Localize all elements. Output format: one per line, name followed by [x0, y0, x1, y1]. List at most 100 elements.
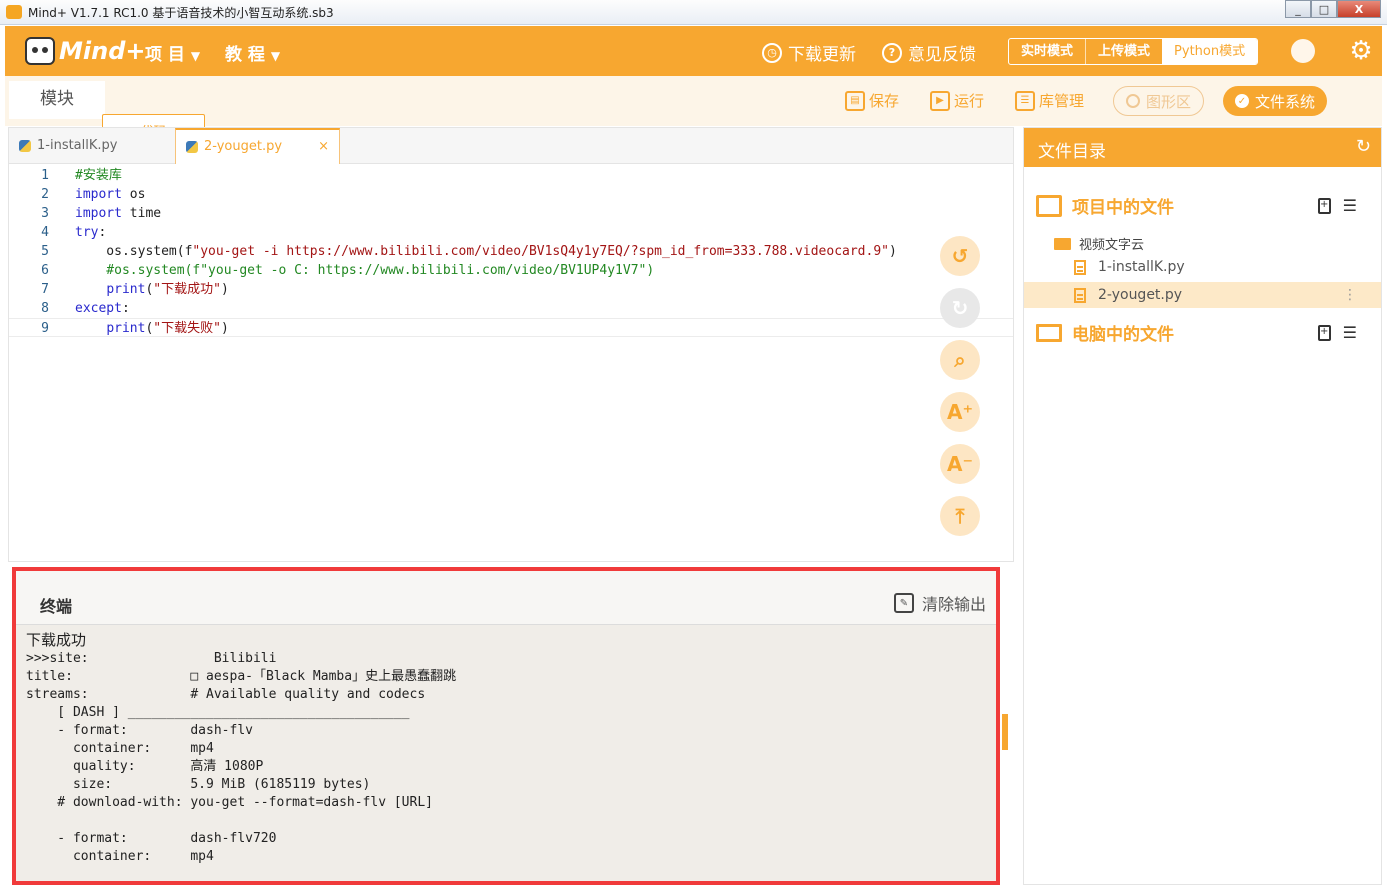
- menu-icon[interactable]: ☰: [1343, 196, 1357, 215]
- robot-logo-icon: [25, 37, 55, 65]
- logo-text: Mind+: [59, 37, 146, 65]
- code-line[interactable]: 3 import time: [9, 204, 1013, 223]
- mode-switch: 实时模式 上传模式 Python模式: [1008, 38, 1259, 65]
- new-file-icon[interactable]: +: [1317, 197, 1331, 214]
- file-item-label: 1-installK.py: [1098, 259, 1185, 275]
- code-token: #安装库: [75, 168, 122, 183]
- new-file-icon[interactable]: +: [1317, 324, 1331, 341]
- line-source: import time: [75, 204, 161, 223]
- terminal-line: - format: dash-flv720: [26, 831, 277, 846]
- file-directory-header: 文件目录 ↻: [1024, 128, 1381, 167]
- app-icon: [6, 5, 22, 19]
- code-token: "you-get -i https://www.bilibili.com/vid…: [192, 244, 889, 259]
- folder-list-icon: [1036, 194, 1062, 217]
- editor-toolbar: 模块 代码 ▤保存 ▶运行 ☰库管理 图形区 ✓文件系统: [5, 76, 1382, 152]
- save-button[interactable]: ▤ 保存: [845, 90, 899, 111]
- broom-icon: ✎: [893, 593, 914, 613]
- line-source: print("下载失败"): [75, 319, 229, 338]
- gear-icon[interactable]: ⚙: [1347, 37, 1375, 65]
- code-line[interactable]: 5 os.system(f"you-get -i https://www.bil…: [9, 242, 1013, 261]
- terminal-line: [ DASH ] _______________________________…: [26, 705, 410, 720]
- line-number: 4: [41, 225, 49, 240]
- scroll-top-button[interactable]: ⤒: [940, 496, 980, 536]
- terminal-line: container: mp4: [26, 741, 214, 756]
- computer-files-section[interactable]: 电脑中的文件: [1036, 320, 1174, 345]
- menu-tutorial[interactable]: 教 程 ▼: [225, 40, 280, 65]
- close-icon[interactable]: ×: [318, 129, 329, 165]
- file-directory-title: 文件目录: [1038, 142, 1106, 162]
- document-icon: [1074, 287, 1086, 303]
- clear-output-button[interactable]: ✎ 清除输出: [893, 591, 986, 615]
- code-token: print: [106, 282, 146, 297]
- window-titlebar: Mind+ V1.7.1 RC1.0 基于语音技术的小智互动系统.sb3 _ □…: [0, 0, 1387, 25]
- minimize-button[interactable]: _: [1285, 0, 1311, 18]
- file-tabs: 1-installK.py 2-youget.py ×: [9, 128, 1013, 164]
- code-line[interactable]: 1 #安装库: [9, 166, 1013, 185]
- file-tab-label: 1-installK.py: [37, 138, 118, 153]
- terminal-scroll-indicator[interactable]: [1002, 714, 1008, 750]
- folder-icon: [1054, 237, 1071, 250]
- monitor-icon: [1036, 323, 1062, 342]
- refresh-icon[interactable]: ↻: [1356, 136, 1371, 157]
- code-token: "下载失败": [153, 321, 221, 336]
- font-increase-button[interactable]: A⁺: [940, 392, 980, 432]
- mode-python[interactable]: Python模式: [1162, 39, 1258, 64]
- feedback-button[interactable]: ? 意见反馈: [882, 40, 976, 65]
- menu-project[interactable]: 项 目 ▼: [145, 40, 200, 65]
- terminal-output[interactable]: 下载成功 >>>site: Bilibili title: □ aespa-「Bl…: [26, 631, 986, 881]
- line-number: 1: [41, 168, 49, 183]
- code-line[interactable]: 8 except:: [9, 299, 1013, 318]
- clear-output-label: 清除输出: [921, 595, 986, 614]
- code-token: ): [220, 321, 229, 336]
- project-files-section[interactable]: 项目中的文件: [1036, 193, 1174, 218]
- folder-item[interactable]: 视频文字云: [1054, 234, 1144, 253]
- tab-blocks[interactable]: 模块: [9, 81, 105, 119]
- code-token: :: [98, 225, 107, 240]
- run-button[interactable]: ▶ 运行: [930, 90, 984, 111]
- file-item-installk[interactable]: 1-installK.py: [1024, 254, 1381, 280]
- code-token: "下载成功": [153, 282, 221, 297]
- code-line[interactable]: 4 try:: [9, 223, 1013, 242]
- code-token: time: [121, 206, 162, 221]
- file-tab-youget[interactable]: 2-youget.py ×: [175, 128, 340, 164]
- file-item-youget[interactable]: 2-youget.py ⋮: [1024, 282, 1381, 308]
- line-number: 5: [41, 244, 49, 259]
- search-button[interactable]: ⌕: [940, 340, 980, 380]
- code-token: os.system(f: [75, 244, 193, 259]
- code-token: import: [75, 187, 122, 202]
- line-source: #os.system(f"you-get -o C: https://www.b…: [75, 261, 654, 280]
- code-line[interactable]: 2 import os: [9, 185, 1013, 204]
- code-token: try: [75, 225, 99, 240]
- file-tab-installk[interactable]: 1-installK.py: [19, 128, 117, 164]
- project-files-actions: + ☰: [1317, 196, 1357, 215]
- code-line[interactable]: 9 print("下载失败"): [9, 318, 1013, 337]
- feedback-label: 意见反馈: [908, 45, 976, 65]
- save-label: 保存: [869, 92, 900, 110]
- code-line[interactable]: 7 print("下载成功"): [9, 280, 1013, 299]
- library-manager-button[interactable]: ☰ 库管理: [1015, 90, 1084, 111]
- download-update-label: 下载更新: [788, 45, 856, 65]
- project-files-label: 项目中的文件: [1072, 198, 1174, 218]
- close-window-button[interactable]: X: [1337, 0, 1381, 18]
- user-avatar[interactable]: [1291, 39, 1315, 63]
- code-token: os: [121, 187, 146, 202]
- line-source: except:: [75, 299, 130, 318]
- code-area[interactable]: 1 #安装库 2 import os 3 import time 4 try: 5 os.sys…: [9, 166, 1013, 337]
- python-file-icon: [186, 141, 198, 153]
- download-update-button[interactable]: ◷ 下载更新: [762, 40, 856, 65]
- document-icon: [1074, 259, 1086, 275]
- menu-icon[interactable]: ☰: [1343, 323, 1357, 342]
- file-system-button[interactable]: ✓ 文件系统: [1223, 86, 1328, 116]
- graphics-area-button[interactable]: 图形区: [1113, 86, 1205, 116]
- more-options-icon[interactable]: ⋮: [1343, 287, 1357, 303]
- redo-button[interactable]: ↻: [940, 288, 980, 328]
- font-decrease-button[interactable]: A⁻: [940, 444, 980, 484]
- mode-realtime[interactable]: 实时模式: [1009, 39, 1085, 64]
- maximize-button[interactable]: □: [1311, 0, 1337, 18]
- code-line[interactable]: 6 #os.system(f"you-get -o C: https://www…: [9, 261, 1013, 280]
- mode-upload[interactable]: 上传模式: [1085, 39, 1162, 64]
- clock-icon: ◷: [762, 42, 782, 63]
- line-source: os.system(f"you-get -i https://www.bilib…: [75, 242, 897, 261]
- undo-button[interactable]: ↺: [940, 236, 980, 276]
